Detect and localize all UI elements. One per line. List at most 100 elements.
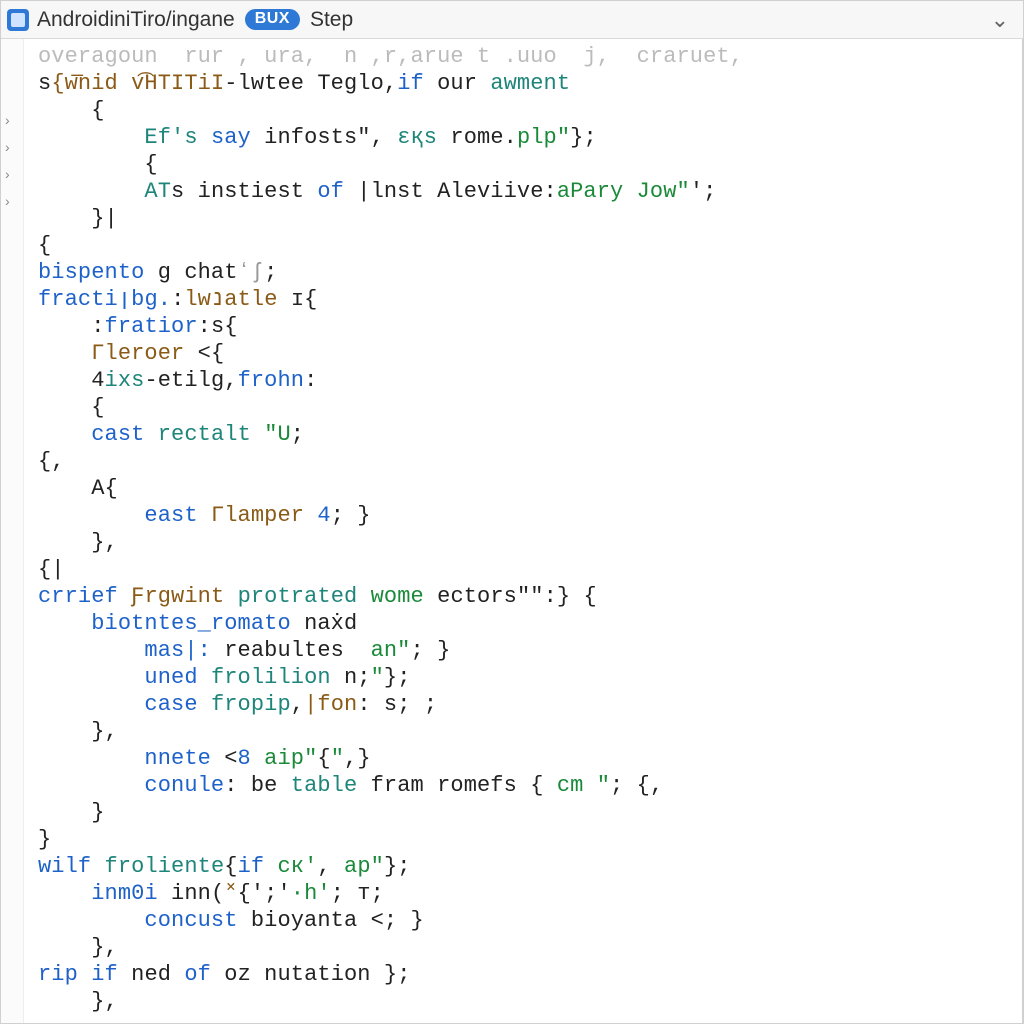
code-token: table — [291, 773, 358, 798]
code-token: } — [38, 827, 51, 852]
code-token: { — [38, 233, 51, 258]
code-line[interactable]: biotntes_romato naẋd — [38, 610, 1022, 637]
code-token: 4 — [317, 503, 330, 528]
fold-marker-icon[interactable]: › — [5, 194, 10, 208]
fold-marker-icon[interactable]: › — [5, 167, 10, 181]
code-token: inm0i — [91, 881, 158, 906]
code-line[interactable]: mas|: reabultes an"; } — [38, 637, 1022, 664]
code-token: crrief — [38, 584, 118, 609]
code-line[interactable]: }, — [38, 988, 1022, 1015]
code-token: cк' — [278, 854, 318, 879]
code-token: an" — [371, 638, 411, 663]
code-token: conule — [144, 773, 224, 798]
code-token: of — [317, 179, 344, 204]
code-line[interactable]: {| — [38, 556, 1022, 583]
breadcrumb-project[interactable]: AndroidiniTiro — [37, 8, 166, 32]
code-token: }, — [91, 989, 118, 1014]
code-line[interactable]: Ef's say infosts", ɛқs rome.plp"}; — [38, 124, 1022, 151]
code-line[interactable]: Γleroer <{ — [38, 340, 1022, 367]
code-token — [198, 692, 211, 717]
code-token: , — [291, 692, 304, 717]
app-icon — [7, 9, 29, 31]
code-line[interactable]: { — [38, 394, 1022, 421]
code-line[interactable]: ATs instiest of |lnst Aleviive:aPary Jow… — [38, 178, 1022, 205]
code-token: if — [91, 962, 118, 987]
code-token: : s; ; — [357, 692, 437, 717]
code-line[interactable]: crrief Ƒrgwint protrated wome ectors"":}… — [38, 583, 1022, 610]
code-line[interactable]: } — [38, 826, 1022, 853]
code-line[interactable]: wilf froliente{if cк', ap"}; — [38, 853, 1022, 880]
breadcrumb-file[interactable]: ingane — [172, 8, 235, 32]
mode-badge[interactable]: BUX — [245, 9, 300, 30]
fold-marker-icon[interactable]: › — [5, 113, 10, 127]
code-token: Γleroer — [91, 341, 184, 366]
code-token: oz nutation }; — [211, 962, 411, 987]
code-token: rip — [38, 962, 78, 987]
code-token: <{ — [184, 341, 224, 366]
code-token — [78, 962, 91, 987]
code-line[interactable]: 4ixs-etilg,frohn: — [38, 367, 1022, 394]
code-token: ; — [264, 260, 277, 285]
code-token: fropip — [211, 692, 291, 717]
code-token: } — [91, 800, 104, 825]
code-token: Ƒrgwint — [131, 584, 224, 609]
step-action[interactable]: Step — [310, 8, 353, 32]
code-token: " — [331, 746, 344, 771]
code-token: { — [91, 98, 104, 123]
code-line[interactable]: bispento g chatʻʃ; — [38, 259, 1022, 286]
code-token: '; — [690, 179, 717, 204]
code-line[interactable]: { — [38, 232, 1022, 259]
code-token: ; {, — [610, 773, 663, 798]
code-token: ap" — [344, 854, 384, 879]
code-token: overagoun rur , ura, n ,r,arue t .uuo j,… — [38, 44, 743, 69]
code-line[interactable]: uned frolilion n;"}; — [38, 664, 1022, 691]
code-line[interactable]: }, — [38, 529, 1022, 556]
code-line[interactable]: {, — [38, 448, 1022, 475]
code-editor[interactable]: overagoun rur , ura, n ,r,arue t .uuo j,… — [24, 39, 1023, 1023]
fold-marker-icon[interactable]: › — [5, 140, 10, 154]
code-token: : — [304, 368, 317, 393]
code-token — [198, 125, 211, 150]
code-line[interactable]: overagoun rur , ura, n ,r,arue t .uuo j,… — [38, 43, 1022, 70]
code-token: Ef's — [144, 125, 197, 150]
code-line[interactable]: east Γlamper 4; } — [38, 502, 1022, 529]
code-line[interactable]: nnete <8 aip"{",} — [38, 745, 1022, 772]
code-line[interactable]: case fropip,|fon: s; ; — [38, 691, 1022, 718]
code-line[interactable]: conule: be table fram romefs { cm "; {, — [38, 772, 1022, 799]
line-gutter[interactable]: › › › › — [1, 39, 24, 1023]
code-line[interactable]: }, — [38, 934, 1022, 961]
titlebar: AndroidiniTiro / ingane BUX Step ⌄ — [1, 1, 1023, 39]
code-token: aip" — [264, 746, 317, 771]
code-token: {';' — [238, 881, 291, 906]
code-token: { — [91, 395, 104, 420]
code-token: fram romefs { — [357, 773, 557, 798]
code-token: if — [238, 854, 265, 879]
code-line[interactable]: }, — [38, 718, 1022, 745]
code-token: of — [184, 962, 211, 987]
code-line[interactable]: { — [38, 151, 1022, 178]
code-token: n; — [331, 665, 371, 690]
code-token: ixs — [105, 368, 145, 393]
code-token — [118, 584, 131, 609]
code-line[interactable]: concust bioyanta <; } — [38, 907, 1022, 934]
code-token: rome. — [437, 125, 517, 150]
code-token — [251, 422, 264, 447]
code-token: }, — [91, 719, 118, 744]
code-line[interactable]: inm0i inn(˟{';'·h'; т; — [38, 880, 1022, 907]
code-line[interactable]: rip if ned of oz nutation }; — [38, 961, 1022, 988]
code-token: ɪ{ — [278, 287, 318, 312]
code-token: " — [371, 665, 384, 690]
chevron-down-icon[interactable]: ⌄ — [987, 7, 1013, 33]
code-line[interactable]: fractiןbg.:lwנatle ɪ{ — [38, 286, 1022, 313]
code-line[interactable]: s{͏w͞nid v͡HTITiI-lwtee Teglo,if our awm… — [38, 70, 1022, 97]
code-line[interactable]: } — [38, 799, 1022, 826]
code-line[interactable]: :fratior:s{ — [38, 313, 1022, 340]
code-line[interactable]: }| — [38, 205, 1022, 232]
code-token: {, — [38, 449, 65, 474]
code-line[interactable]: { — [38, 97, 1022, 124]
code-line[interactable]: A{ — [38, 475, 1022, 502]
code-token — [224, 584, 237, 609]
code-token: if — [397, 71, 424, 96]
code-token: rectalt — [158, 422, 251, 447]
code-line[interactable]: cast rectalt "U; — [38, 421, 1022, 448]
